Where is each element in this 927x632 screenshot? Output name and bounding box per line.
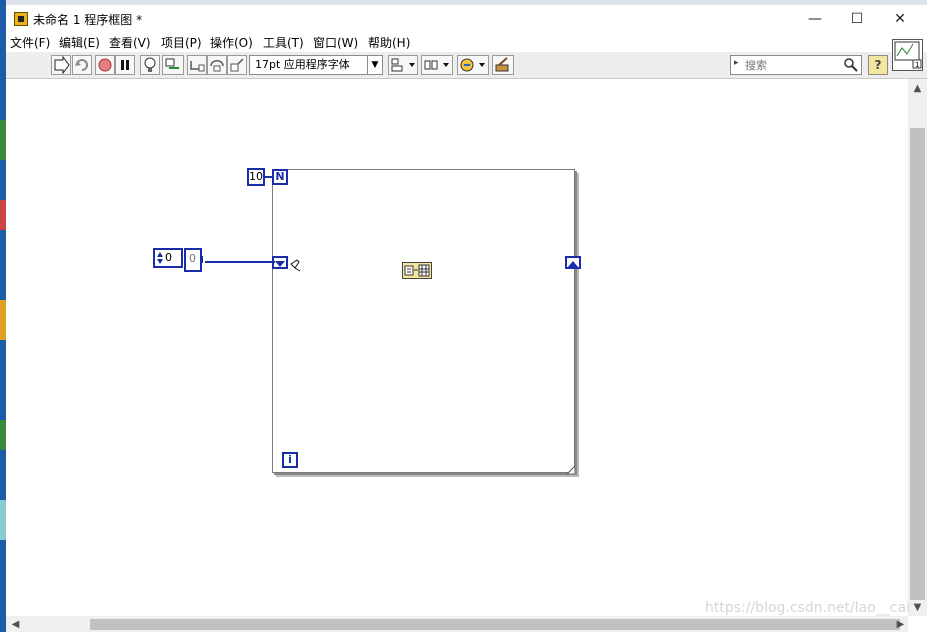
vi-icon-connector-pane[interactable]: 1 [892,39,923,71]
scroll-up-icon[interactable]: ▲ [910,81,925,96]
menu-operate[interactable]: 操作(O) [210,35,253,51]
pause-icon[interactable] [115,55,135,75]
resize-handle-icon[interactable] [565,463,576,477]
shift-register-right[interactable] [565,256,581,269]
minimize-button[interactable]: — [793,6,837,32]
search-input[interactable] [745,57,839,73]
scroll-right-icon[interactable]: ▶ [893,617,908,632]
count-terminal[interactable]: N [272,169,288,185]
distribute-objects-icon[interactable] [421,55,453,75]
run-continuously-icon[interactable] [72,55,92,75]
chevron-down-icon: ▼ [367,56,382,74]
menu-edit[interactable]: 编辑(E) [59,35,100,51]
wire-segment-vertical[interactable] [201,256,203,263]
context-help-button[interactable]: ? [868,55,888,75]
menu-help[interactable]: 帮助(H) [368,35,410,51]
reorder-icon[interactable] [457,55,489,75]
title-bar-top-edge [6,0,927,5]
menu-window[interactable]: 窗口(W) [313,35,358,51]
menu-view[interactable]: 查看(V) [109,35,151,51]
retain-wire-values-icon[interactable] [162,55,184,75]
scroll-down-icon[interactable]: ▼ [910,600,925,615]
abort-icon[interactable] [95,55,115,75]
cleanup-diagram-icon[interactable] [492,55,514,75]
menu-tools[interactable]: 工具(T) [263,35,304,51]
numeric-control-value: 0 [165,251,172,264]
watermark-text: https://blog.csdn.net/lao__cai [705,600,910,616]
close-button[interactable]: ✕ [878,6,922,32]
window-title: 未命名 1 程序框图 * [33,13,143,27]
highlight-execution-icon[interactable] [140,55,160,75]
font-selector-value: 17pt 应用程序字体 [255,58,350,71]
wire-to-shift-register[interactable] [205,261,275,263]
scroll-left-icon[interactable]: ◀ [8,617,23,632]
labview-app-icon [14,12,28,26]
maximize-button[interactable]: ☐ [835,6,879,32]
search-scope-icon: ▸ [734,58,739,68]
loop-count-constant[interactable]: 10 [247,168,265,186]
iteration-terminal[interactable]: i [282,452,298,468]
menu-file[interactable]: 文件(F) [10,35,50,51]
step-out-icon[interactable] [227,55,247,75]
subvi-node-icon[interactable] [402,262,432,279]
numeric-indicator[interactable]: 0 [184,248,202,272]
vertical-scroll-thumb[interactable] [910,128,925,600]
search-icon[interactable] [843,57,859,76]
step-over-icon[interactable] [207,55,227,75]
menu-project[interactable]: 项目(P) [161,35,202,51]
step-into-icon[interactable] [187,55,207,75]
font-selector[interactable]: 17pt 应用程序字体 ▼ [249,55,383,75]
title-bar [6,0,927,34]
align-objects-icon[interactable] [388,55,418,75]
wiring-tool-cursor-icon [289,258,303,275]
numeric-control[interactable]: 0 [153,248,183,268]
for-loop-structure[interactable] [272,169,575,473]
run-arrow-icon[interactable] [51,55,71,75]
svg-text:1: 1 [915,61,919,69]
numeric-indicator-value: 0 [189,252,196,265]
search-box[interactable]: ▸ [730,55,862,75]
horizontal-scroll-thumb[interactable] [90,619,900,630]
